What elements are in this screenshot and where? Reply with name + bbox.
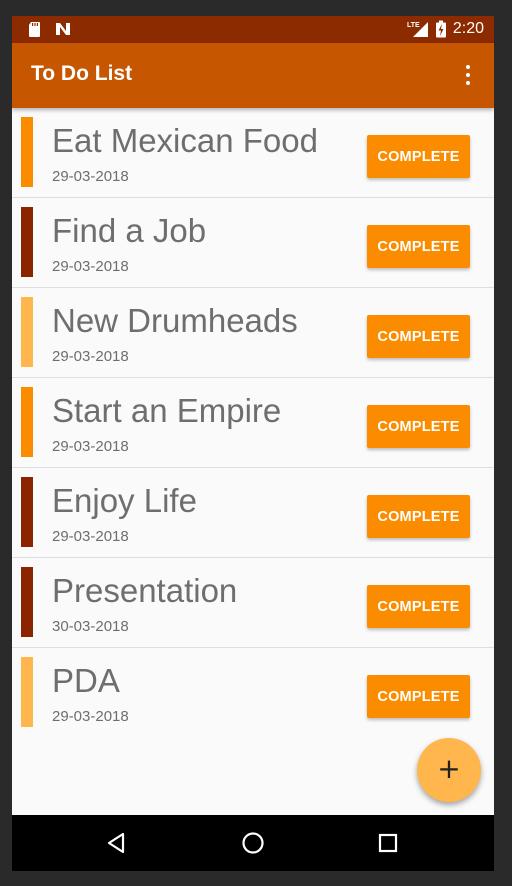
task-title: Eat Mexican Food (52, 122, 318, 159)
task-date: 29-03-2018 (52, 258, 129, 275)
complete-button[interactable]: COMPLETE (367, 675, 470, 718)
task-row[interactable]: Eat Mexican Food 29-03-2018 COMPLETE (12, 108, 494, 198)
task-row[interactable]: Start an Empire 29-03-2018 COMPLETE (12, 378, 494, 468)
task-row[interactable]: New Drumheads 29-03-2018 COMPLETE (12, 288, 494, 378)
task-row[interactable]: Enjoy Life 29-03-2018 COMPLETE (12, 468, 494, 558)
task-row[interactable]: Presentation 30-03-2018 COMPLETE (12, 558, 494, 648)
complete-button[interactable]: COMPLETE (367, 495, 470, 538)
home-icon[interactable] (241, 831, 265, 855)
screen: LTE 2:20 To Do List Eat Mexican Food 29-… (12, 16, 494, 871)
lte-signal-icon: LTE (407, 22, 428, 37)
task-title: Enjoy Life (52, 482, 197, 519)
task-title: PDA (52, 662, 120, 699)
n-notification-icon (56, 23, 70, 35)
complete-button[interactable]: COMPLETE (367, 585, 470, 628)
task-row[interactable]: PDA 29-03-2018 COMPLETE (12, 648, 494, 738)
task-date: 29-03-2018 (52, 708, 129, 725)
priority-indicator (21, 117, 33, 187)
task-title: Presentation (52, 572, 238, 609)
navigation-bar (12, 815, 494, 871)
task-date: 29-03-2018 (52, 168, 129, 185)
recents-icon[interactable] (376, 831, 400, 855)
overflow-menu-icon[interactable] (456, 63, 480, 87)
task-date: 29-03-2018 (52, 348, 129, 365)
complete-button[interactable]: COMPLETE (367, 225, 470, 268)
task-row[interactable]: Find a Job 29-03-2018 COMPLETE (12, 198, 494, 288)
sd-card-icon (29, 22, 40, 37)
priority-indicator (21, 477, 33, 547)
task-date: 29-03-2018 (52, 438, 129, 455)
complete-button[interactable]: COMPLETE (367, 405, 470, 448)
task-date: 29-03-2018 (52, 528, 129, 545)
priority-indicator (21, 657, 33, 727)
lte-label: LTE (407, 22, 420, 29)
task-list: Eat Mexican Food 29-03-2018 COMPLETE Fin… (12, 108, 494, 738)
add-icon: + (437, 751, 461, 785)
add-task-button[interactable]: + (417, 738, 481, 802)
back-icon[interactable] (105, 831, 129, 855)
task-title: New Drumheads (52, 302, 298, 339)
battery-charging-icon (435, 20, 446, 38)
app-title: To Do List (31, 62, 133, 85)
device-frame: LTE 2:20 To Do List Eat Mexican Food 29-… (0, 0, 512, 886)
app-bar: To Do List (12, 43, 494, 108)
task-title: Start an Empire (52, 392, 282, 429)
priority-indicator (21, 387, 33, 457)
status-bar: LTE 2:20 (12, 16, 494, 43)
priority-indicator (21, 297, 33, 367)
complete-button[interactable]: COMPLETE (367, 315, 470, 358)
priority-indicator (21, 207, 33, 277)
status-time: 2:20 (452, 20, 484, 37)
complete-button[interactable]: COMPLETE (367, 135, 470, 178)
task-date: 30-03-2018 (52, 618, 129, 635)
task-title: Find a Job (52, 212, 207, 249)
priority-indicator (21, 567, 33, 637)
